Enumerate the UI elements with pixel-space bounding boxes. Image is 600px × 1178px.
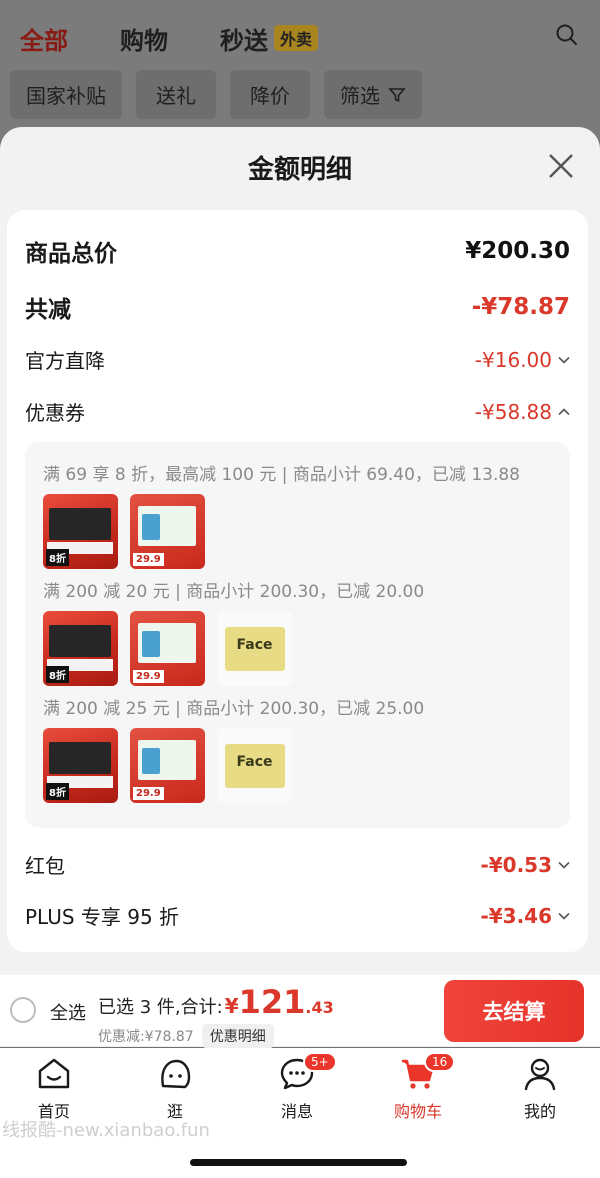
total-label: 商品总价 (25, 241, 117, 267)
coupon-value: -¥58.88 (474, 399, 552, 424)
checkout-button[interactable]: 去结算 (444, 980, 584, 1042)
summary-line: 已选 3 件,合计: ¥ 121 .43 (98, 983, 334, 1021)
takeout-badge: 外卖 (274, 25, 319, 51)
tab-profile-label: 我的 (523, 1102, 556, 1121)
red-packet-value: -¥0.53 (480, 852, 552, 877)
chip-national-subsidy[interactable]: 国家补贴 (10, 70, 122, 119)
select-all-label[interactable]: 全选 (50, 999, 86, 1025)
bottom-tab-bar: 首页 逛 5+ 消息 16 购物车 我的 线报酷-new.xianbao.fun (0, 1048, 600, 1178)
tab-flash-delivery-label: 秒送 (220, 26, 268, 55)
coupon-1-products: 8折 29.9 (43, 494, 205, 569)
funnel-icon (388, 87, 406, 102)
chevron-down-icon (558, 356, 570, 364)
red-packet-value-wrap: -¥0.53 (480, 853, 570, 877)
plus-discount-row[interactable]: PLUS 专享 95 折 -¥3.46 (25, 901, 570, 930)
red-packet-row[interactable]: 红包 -¥0.53 (25, 850, 570, 879)
coupon-row[interactable]: 优惠券 -¥58.88 (25, 397, 570, 426)
red-packet-label: 红包 (25, 854, 65, 878)
detail-card: 商品总价 ¥200.30 共减 -¥78.87 官方直降 -¥16.00 优惠券… (7, 210, 588, 952)
total-decimal: .43 (305, 998, 334, 1017)
total-row: 商品总价 ¥200.30 (25, 234, 570, 268)
top-tabs: 全部 购物 秒送 外卖 (20, 18, 580, 58)
plus-discount-label: PLUS 专享 95 折 (25, 905, 180, 929)
profile-icon (524, 1058, 556, 1091)
discount-text: 优惠减:¥78.87 (98, 1029, 194, 1045)
coupon-line-1: 满 69 享 8 折，最高减 100 元 | 商品小计 69.40，已减 13.… (43, 465, 520, 485)
chip-filter-label: 筛选 (340, 84, 380, 108)
direct-discount-value: -¥16.00 (474, 347, 552, 372)
coupon-line-3: 满 200 减 25 元 | 商品小计 200.30，已减 25.00 (43, 699, 425, 719)
direct-discount-value-wrap: -¥16.00 (475, 348, 570, 372)
tab-flash-delivery[interactable]: 秒送 外卖 (220, 21, 319, 56)
cart-badge: 16 (424, 1052, 456, 1072)
chevron-down-icon (558, 912, 570, 920)
discount-detail-link[interactable]: 优惠明细 (201, 1024, 274, 1048)
product-thumb[interactable]: 29.9 (130, 728, 205, 803)
select-all-radio[interactable] (10, 997, 36, 1023)
reduce-label: 共减 (25, 297, 71, 323)
sheet-title: 金额明细 (247, 155, 352, 185)
tab-shopping[interactable]: 购物 (120, 21, 168, 56)
messages-badge: 5+ (303, 1052, 337, 1072)
chevron-down-icon (558, 861, 570, 869)
coupon-detail-box: 满 69 享 8 折，最高减 100 元 | 商品小计 69.40，已减 13.… (25, 442, 570, 828)
tab-cart[interactable]: 16 购物车 (378, 1052, 458, 1122)
product-thumb[interactable]: 29.9 (130, 494, 205, 569)
chevron-up-icon (558, 407, 570, 415)
amount-detail-sheet: 金额明细 商品总价 ¥200.30 共减 -¥78.87 官方直降 -¥16.0… (0, 127, 600, 975)
coupon-3-products: 8折 29.9 Face (43, 728, 292, 803)
currency-symbol: ¥ (224, 994, 239, 1018)
summary-label: 已选 3 件,合计: (98, 997, 223, 1018)
total-value: ¥200.30 (465, 238, 570, 264)
direct-discount-row[interactable]: 官方直降 -¥16.00 (25, 345, 570, 374)
product-thumb[interactable]: 8折 (43, 611, 118, 686)
coupon-2-products: 8折 29.9 Face (43, 611, 292, 686)
search-icon[interactable] (556, 24, 578, 46)
tab-home[interactable]: 首页 (14, 1056, 94, 1122)
discount-line: 优惠减:¥78.87 优惠明细 (98, 1024, 274, 1048)
home-icon (38, 1058, 70, 1089)
plus-discount-value: -¥3.46 (480, 903, 552, 928)
browse-icon (161, 1059, 191, 1089)
tab-profile[interactable]: 我的 (500, 1056, 580, 1122)
chip-filter[interactable]: 筛选 (324, 70, 422, 119)
coupon-label: 优惠券 (25, 401, 85, 425)
tab-browse[interactable]: 逛 (135, 1056, 215, 1122)
filter-chips: 国家补贴 送礼 降价 筛选 (10, 70, 422, 119)
reduce-row: 共减 -¥78.87 (25, 290, 570, 324)
coupon-value-wrap: -¥58.88 (475, 400, 570, 424)
product-thumb[interactable]: Face (217, 611, 292, 686)
reduce-value: -¥78.87 (471, 294, 570, 320)
product-thumb[interactable]: 8折 (43, 728, 118, 803)
product-thumb[interactable]: Face (217, 728, 292, 803)
checkout-bar: 全选 已选 3 件,合计: ¥ 121 .43 优惠减:¥78.87 优惠明细 … (0, 975, 600, 1048)
close-icon[interactable] (546, 151, 576, 181)
tab-all[interactable]: 全部 (20, 21, 68, 56)
plus-discount-value-wrap: -¥3.46 (480, 904, 570, 928)
tab-cart-label: 购物车 (393, 1102, 442, 1121)
tab-messages[interactable]: 5+ 消息 (257, 1052, 337, 1122)
product-thumb[interactable]: 8折 (43, 494, 118, 569)
watermark: 线报酷-new.xianbao.fun (2, 1120, 210, 1141)
coupon-line-2: 满 200 减 20 元 | 商品小计 200.30，已减 20.00 (43, 582, 425, 602)
home-indicator[interactable] (190, 1159, 407, 1166)
chip-price-drop[interactable]: 降价 (230, 70, 310, 119)
background-header: 全部 购物 秒送 外卖 国家补贴 送礼 降价 筛选 (0, 0, 600, 140)
total-integer: 121 (238, 983, 306, 1021)
direct-discount-label: 官方直降 (25, 349, 105, 373)
tab-messages-label: 消息 (280, 1102, 313, 1121)
product-thumb[interactable]: 29.9 (130, 611, 205, 686)
chip-gift[interactable]: 送礼 (136, 70, 216, 119)
